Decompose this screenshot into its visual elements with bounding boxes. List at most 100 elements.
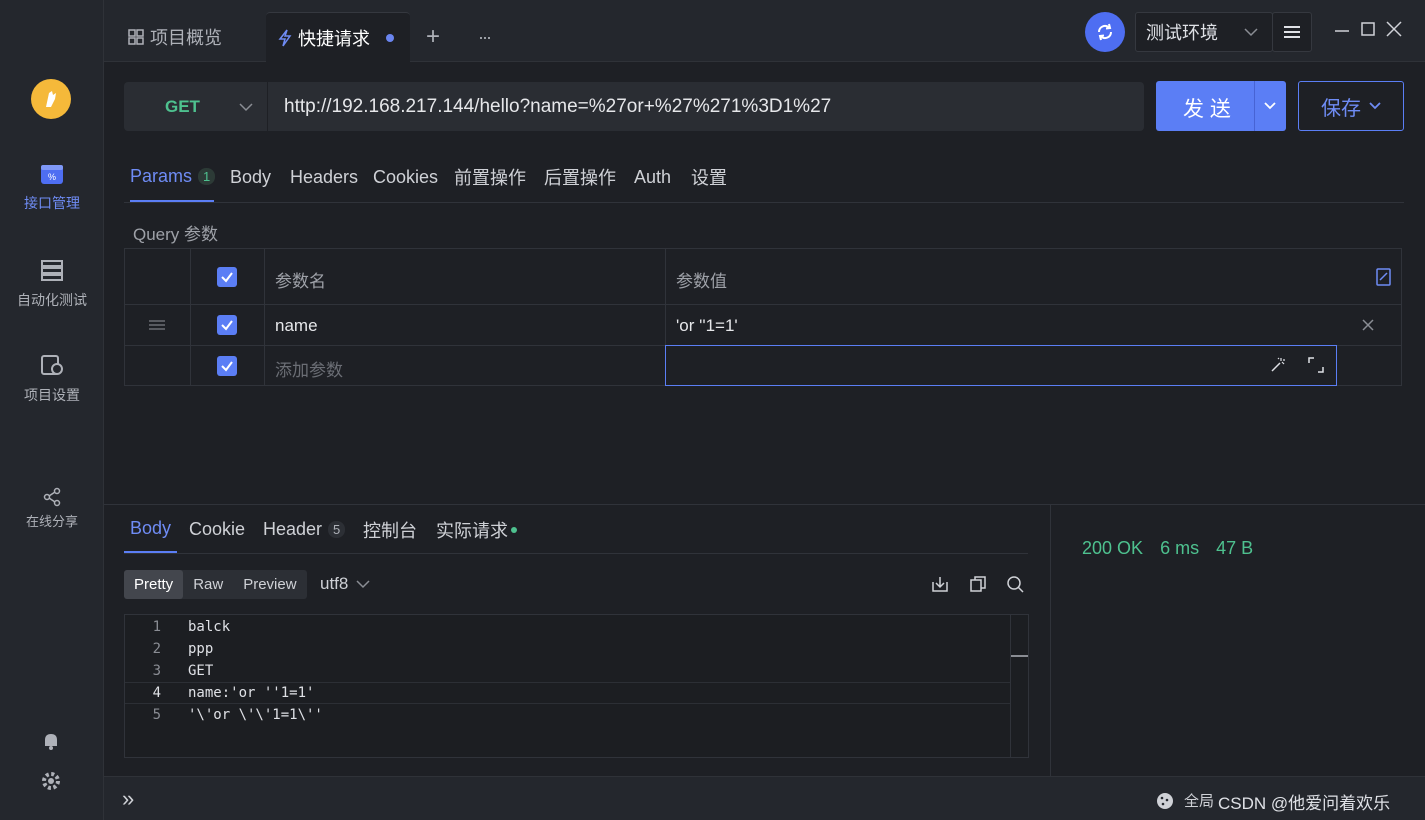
automation-test-icon: [41, 260, 63, 281]
url-input[interactable]: http://192.168.217.144/hello?name=%27or+…: [284, 82, 831, 131]
environment-label: 测试环境: [1146, 23, 1218, 43]
add-tab-button[interactable]: +: [426, 12, 440, 62]
tab-headers[interactable]: Headers: [290, 152, 358, 202]
expand-icon[interactable]: [1308, 357, 1324, 373]
save-button[interactable]: 保存: [1298, 81, 1404, 131]
maximize-icon: [1361, 22, 1375, 36]
add-param-value-input[interactable]: [665, 345, 1337, 386]
scrollbar[interactable]: [1010, 615, 1028, 757]
lightning-icon: [278, 29, 292, 46]
sidebar-item-api-management[interactable]: % 接口管理: [0, 163, 104, 213]
view-raw[interactable]: Raw: [183, 570, 233, 599]
menu-button[interactable]: [1272, 12, 1312, 52]
tab-label: 快捷请求: [298, 28, 370, 49]
scrollbar-marker: [1011, 655, 1028, 657]
tab-project-overview[interactable]: 项目概览: [124, 12, 264, 62]
global-settings[interactable]: 全局: [1156, 790, 1214, 811]
param-name-header: 参数名: [265, 249, 666, 305]
sidebar-item-share[interactable]: 在线分享: [0, 487, 104, 530]
sidebar-item-label: 自动化测试: [17, 292, 87, 308]
line-text: GET: [188, 663, 214, 679]
tab-pre-processors[interactable]: 前置操作: [454, 152, 526, 202]
encoding-select[interactable]: utf8: [320, 574, 370, 594]
tab-response-cookie[interactable]: Cookie: [189, 506, 245, 553]
more-button[interactable]: ···: [478, 12, 492, 62]
tab-response-header[interactable]: Header 5: [263, 506, 346, 553]
tab-post-processors[interactable]: 后置操作: [544, 152, 616, 202]
add-param-name-input[interactable]: 添加参数: [265, 346, 666, 386]
chevron-down-icon: [356, 580, 370, 589]
tab-actual-request[interactable]: 实际请求: [436, 506, 517, 553]
header-label: 参数值: [676, 272, 727, 291]
watermark: CSDN @他爱问着欢乐: [1218, 794, 1391, 813]
chevron-down-icon[interactable]: [1264, 102, 1276, 110]
bulk-edit-icon[interactable]: [1376, 268, 1392, 286]
download-icon[interactable]: [931, 575, 949, 593]
sidebar: % 接口管理 自动化测试 项目设置 在线分享: [0, 0, 104, 820]
magic-wand-icon[interactable]: [1270, 357, 1286, 373]
tab-console[interactable]: 控制台: [363, 506, 417, 553]
bell-icon[interactable]: [40, 730, 62, 757]
drag-column-header: [125, 249, 191, 305]
app-logo[interactable]: [31, 79, 71, 119]
row-checkbox[interactable]: [217, 356, 237, 376]
response-body-editor[interactable]: 1 balck 2 ppp 3 GET 4 name:'or ''1=1' 5 '\'or…: [124, 614, 1029, 758]
sync-button[interactable]: [1085, 12, 1125, 52]
tab-cookies[interactable]: Cookies: [373, 152, 438, 202]
view-mode-toggle: Pretty Raw Preview: [124, 570, 307, 599]
check-column-header: [191, 249, 265, 305]
tab-label: 项目概览: [150, 28, 222, 48]
tab-body[interactable]: Body: [230, 152, 271, 202]
tab-label: 实际请求: [436, 520, 508, 541]
row-check-cell: [191, 346, 265, 386]
sidebar-item-automation[interactable]: 自动化测试: [0, 258, 104, 310]
line-number: 2: [152, 641, 161, 657]
copy-icon[interactable]: [969, 575, 987, 593]
line-text: ppp: [188, 641, 214, 657]
chevron-down-icon: [239, 102, 253, 111]
view-preview[interactable]: Preview: [233, 570, 306, 599]
hamburger-icon: [1284, 26, 1300, 38]
send-button[interactable]: 发 送: [1156, 81, 1286, 131]
expand-sidebar-button[interactable]: »: [122, 786, 134, 812]
global-label: 全局: [1184, 793, 1215, 810]
bottom-bar: » 全局 CSDN @他爱问着欢乐: [104, 776, 1425, 820]
response-time: 6 ms: [1160, 538, 1200, 558]
minimize-button[interactable]: [1334, 20, 1350, 43]
sidebar-item-project-settings[interactable]: 项目设置: [0, 353, 104, 405]
environment-select[interactable]: 测试环境: [1135, 12, 1273, 52]
sync-icon: [1097, 23, 1113, 41]
method-select[interactable]: GET: [124, 82, 268, 131]
divider: [1254, 81, 1255, 131]
table-row: [125, 305, 191, 346]
maximize-button[interactable]: [1360, 20, 1376, 43]
params-count-badge: 1: [198, 167, 216, 185]
minimize-icon: [1335, 30, 1349, 32]
line-number: 1: [152, 619, 161, 635]
view-pretty[interactable]: Pretty: [124, 570, 184, 599]
search-icon[interactable]: [1006, 575, 1024, 593]
close-button[interactable]: [1386, 20, 1402, 43]
drag-handle-icon[interactable]: [148, 319, 166, 331]
gear-icon[interactable]: [40, 770, 62, 797]
row-checkbox[interactable]: [217, 315, 237, 335]
row-check-cell: [191, 305, 265, 346]
code-line-active: 4 name:'or ''1=1': [125, 682, 1011, 704]
tab-quick-request[interactable]: 快捷请求: [266, 12, 410, 62]
method-label: GET: [165, 96, 200, 116]
tab-params[interactable]: Params 1: [130, 152, 216, 202]
line-text: balck: [188, 619, 231, 635]
line-text: '\'or \'\'1=1\'': [188, 707, 323, 723]
tab-response-body[interactable]: Body: [124, 506, 177, 553]
param-value-cell[interactable]: 'or ''1=1': [666, 305, 1402, 346]
param-name-cell[interactable]: name: [265, 305, 666, 346]
select-all-checkbox[interactable]: [217, 267, 237, 287]
send-label: 发 送: [1183, 98, 1231, 121]
tab-auth[interactable]: Auth: [634, 152, 671, 202]
tab-settings[interactable]: 设置: [691, 152, 727, 202]
param-value-header: 参数值: [666, 249, 1402, 305]
api-management-icon: %: [41, 165, 63, 184]
delete-row-icon[interactable]: [1362, 319, 1374, 331]
status-dot: [511, 526, 517, 533]
params-table: 参数名 参数值 name 'or ''1=1' 添加参数: [124, 248, 1402, 386]
